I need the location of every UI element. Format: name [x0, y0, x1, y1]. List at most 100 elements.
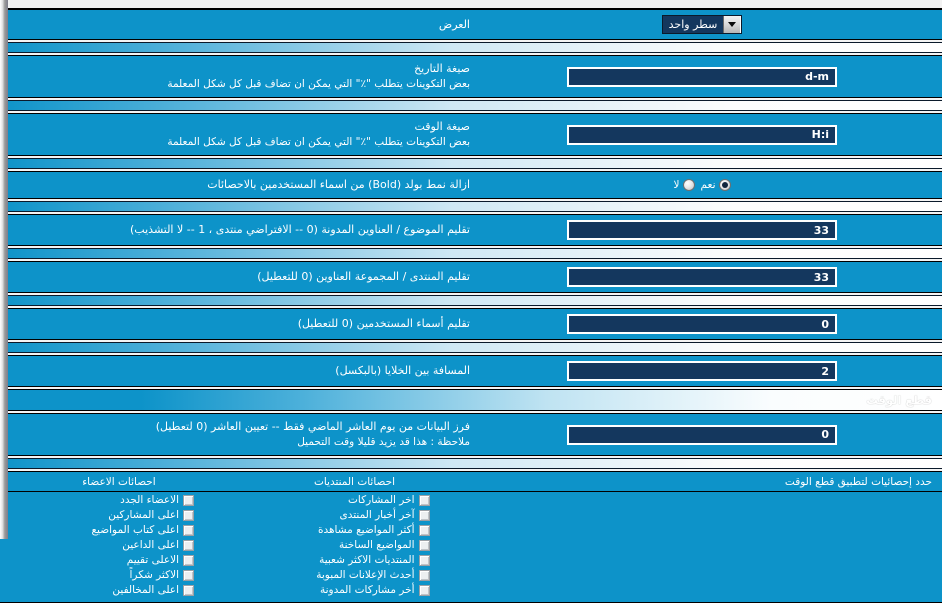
- checkbox-icon[interactable]: [418, 584, 430, 596]
- display-select-value: سطر واحد: [668, 18, 718, 31]
- row-remove-bold: نعم لا ازالة نمط بولد (Bold) من اسماء ال…: [0, 171, 942, 200]
- member-stat-label: اعلى المخالفين: [112, 584, 179, 597]
- checkbox-icon[interactable]: [418, 509, 430, 521]
- stats-col-header-forum: احصائات المنتديات: [232, 475, 477, 488]
- stats-col-forum: اخر المشاركات آخر أخبار المنتدى أكثر الموا…: [232, 492, 477, 596]
- remove-bold-label-cell: ازالة نمط بولد (Bold) من اسماء المستخدمي…: [8, 177, 472, 193]
- remove-bold-option-no[interactable]: لا: [673, 179, 695, 192]
- window-left-gutter: [0, 0, 8, 539]
- checkbox-icon[interactable]: [418, 539, 430, 551]
- forum-stat-item[interactable]: المواضيع الساخنة: [280, 539, 430, 551]
- member-stat-item[interactable]: الاعضاء الجدد: [44, 494, 194, 506]
- section-header-timecut-title: قطع الوقت: [866, 393, 932, 408]
- forum-stats-checkbox-list: اخر المشاركات آخر أخبار المنتدى أكثر الموا…: [232, 492, 477, 596]
- stats-col-spacer: [477, 492, 932, 596]
- stats-header-select-label: حدد إحصائيات لتطبيق قطع الوقت: [784, 476, 932, 489]
- checkbox-icon[interactable]: [183, 584, 194, 596]
- forum-stat-item[interactable]: المنتديات الاكثر شعبية: [280, 554, 430, 566]
- forum-stat-label: أكثر المواضيع مشاهدة: [318, 524, 415, 537]
- trim-forum-input[interactable]: [567, 267, 837, 288]
- chevron-down-icon[interactable]: [723, 16, 742, 33]
- stats-header-member-label: احصائات الاعضاء: [82, 476, 156, 489]
- member-stat-item[interactable]: الاكثر شكراً: [44, 569, 194, 581]
- row-time-format: صيغة الوقت بعض التكوينات يتطلب "٪" التي …: [0, 113, 942, 157]
- stats-columns-header: حدد إحصائيات لتطبيق قطع الوقت احصائات ال…: [0, 471, 942, 493]
- cell-spacing-input[interactable]: [567, 361, 837, 382]
- radio-yes-icon[interactable]: [718, 179, 731, 192]
- member-stat-item[interactable]: اعلى الداعين: [44, 539, 194, 551]
- display-select[interactable]: سطر واحد: [661, 15, 743, 34]
- remove-bold-control-cell: نعم لا: [472, 179, 932, 192]
- trim-thread-label: تقليم الموضوع / العناوين المدونة (0 -- ا…: [130, 223, 470, 237]
- checkbox-icon[interactable]: [183, 554, 194, 566]
- top-strip: [0, 0, 942, 9]
- checkbox-icon[interactable]: [183, 569, 194, 581]
- trim-usernames-label-cell: تقليم أسماء المستخدمين (0 للتعطيل): [8, 316, 472, 332]
- date-format-input[interactable]: [567, 66, 837, 87]
- section-header-timecut: قطع الوقت: [0, 389, 942, 412]
- forum-stat-label: أحدث الإعلانات المبوبة: [316, 569, 415, 582]
- checkbox-icon[interactable]: [183, 524, 194, 536]
- stats-header-forum-label: احصائات المنتديات: [313, 476, 396, 489]
- trim-forum-label: تقليم المنتدى / المجموعة العناوين (0 للت…: [257, 270, 470, 284]
- member-stat-label: الاعضاء الجدد: [120, 494, 179, 507]
- member-stat-label: اعلى المشاركين: [108, 509, 179, 522]
- checkbox-icon[interactable]: [418, 554, 430, 566]
- checkbox-icon[interactable]: [183, 539, 194, 551]
- trim-thread-control-cell: [472, 220, 932, 241]
- stats-col-member: الاعضاء الجدد اعلى المشاركين اعلى كتاب الم…: [6, 492, 232, 596]
- trim-thread-input[interactable]: [567, 220, 837, 241]
- cell-spacing-control-cell: [472, 361, 932, 382]
- forum-stat-item[interactable]: أخر مشاركات المدونة: [280, 584, 430, 596]
- trim-thread-label-cell: تقليم الموضوع / العناوين المدونة (0 -- ا…: [8, 222, 472, 238]
- remove-bold-label: ازالة نمط بولد (Bold) من اسماء المستخدمي…: [207, 178, 470, 192]
- time-format-input[interactable]: [567, 124, 837, 145]
- row-cell-spacing: المسافة بين الخلايا (بالبكسل): [0, 355, 942, 388]
- stats-col-header-member: احصائات الاعضاء: [6, 475, 232, 488]
- forum-stat-item[interactable]: أكثر المواضيع مشاهدة: [280, 524, 430, 536]
- member-stat-label: اعلى كتاب المواضيع: [91, 524, 179, 537]
- checkbox-icon[interactable]: [183, 509, 194, 521]
- separator-8: [0, 458, 942, 470]
- time-format-control-cell: [472, 124, 932, 145]
- admin-options-page: سطر واحد العرض صيغة التاريخ بعض التكوينا…: [0, 0, 942, 603]
- radio-no-icon[interactable]: [682, 179, 695, 192]
- display-label-cell: العرض: [8, 17, 472, 33]
- separator-3: [0, 158, 942, 170]
- checkbox-icon[interactable]: [418, 494, 430, 506]
- member-stat-label: اعلى الداعين: [122, 539, 179, 552]
- radio-no-label: لا: [673, 179, 680, 192]
- forum-stat-item[interactable]: أحدث الإعلانات المبوبة: [280, 569, 430, 581]
- checkbox-icon[interactable]: [418, 569, 430, 581]
- time-format-label: صيغة الوقت: [414, 120, 470, 134]
- member-stat-item[interactable]: اعلى كتاب المواضيع: [44, 524, 194, 536]
- member-stat-label: الاعلى تقييم: [126, 554, 179, 567]
- remove-bold-radio-group: نعم لا: [673, 179, 731, 192]
- remove-bold-option-yes[interactable]: نعم: [701, 179, 731, 192]
- member-stat-item[interactable]: اعلى المشاركين: [44, 509, 194, 521]
- options-table: سطر واحد العرض صيغة التاريخ بعض التكوينا…: [0, 0, 942, 603]
- forum-stat-item[interactable]: اخر المشاركات: [280, 494, 430, 506]
- sort-data-label-cell: فرز البيانات من يوم العاشر الماضي فقط --…: [8, 419, 472, 450]
- sort-data-note: ملاحظة : هذا قد يزيد قليلا وقت التحميل: [297, 436, 470, 449]
- forum-stat-item[interactable]: آخر أخبار المنتدى: [280, 509, 430, 521]
- member-stats-checkbox-list: الاعضاء الجدد اعلى المشاركين اعلى كتاب الم…: [6, 492, 232, 596]
- sort-data-input[interactable]: [567, 424, 837, 445]
- trim-usernames-input[interactable]: [567, 314, 837, 335]
- row-trim-usernames: تقليم أسماء المستخدمين (0 للتعطيل): [0, 308, 942, 341]
- time-format-hint: بعض التكوينات يتطلب "٪" التي يمكن ان تضا…: [167, 136, 470, 149]
- checkbox-icon[interactable]: [183, 494, 194, 506]
- trim-usernames-label: تقليم أسماء المستخدمين (0 للتعطيل): [297, 317, 470, 331]
- sort-data-control-cell: [472, 424, 932, 445]
- separator-2: [0, 100, 942, 112]
- member-stat-item[interactable]: اعلى المخالفين: [44, 584, 194, 596]
- member-stat-item[interactable]: الاعلى تقييم: [44, 554, 194, 566]
- display-label: العرض: [438, 17, 470, 31]
- forum-stat-label: المنتديات الاكثر شعبية: [319, 554, 415, 567]
- checkbox-icon[interactable]: [418, 524, 430, 536]
- cell-spacing-label-cell: المسافة بين الخلايا (بالبكسل): [8, 363, 472, 379]
- stats-col-header-right: حدد إحصائيات لتطبيق قطع الوقت: [477, 475, 932, 488]
- date-format-hint: بعض التكوينات يتطلب "٪" التي يمكن ان تضا…: [167, 77, 470, 90]
- date-format-control-cell: [472, 66, 932, 87]
- display-control-cell: سطر واحد: [472, 15, 932, 34]
